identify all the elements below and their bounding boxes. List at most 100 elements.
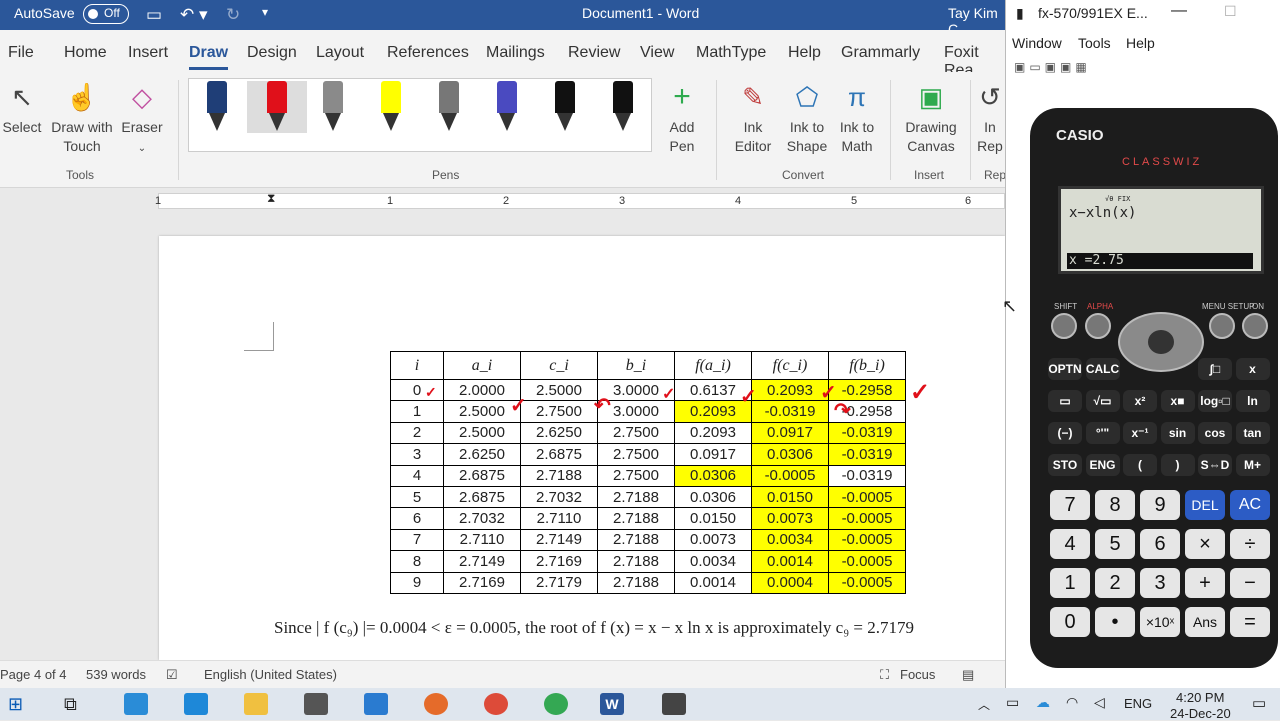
calc-key[interactable]: OPTN (1048, 358, 1082, 380)
calc-key[interactable]: x (1235, 358, 1270, 380)
menu-tools[interactable]: Tools (1078, 35, 1111, 51)
task-view-icon[interactable]: ⧉ (64, 694, 77, 715)
tab-layout[interactable]: Layout (316, 44, 364, 62)
page-count[interactable]: Page 4 of 4 (0, 667, 67, 682)
cloud-icon[interactable]: ☁ (1036, 694, 1050, 711)
tab-insert[interactable]: Insert (128, 44, 168, 62)
windows-start-icon[interactable]: ⊞ (8, 694, 23, 715)
internet-explorer-icon[interactable] (184, 693, 208, 715)
drawing-canvas-button[interactable]: ▣ Drawing Canvas (898, 80, 964, 156)
calc-key[interactable]: = (1230, 607, 1270, 637)
calc-key[interactable]: − (1230, 568, 1270, 598)
calc-key[interactable]: M+ (1235, 454, 1270, 476)
language-tray[interactable]: ENG (1124, 696, 1152, 711)
calc-key[interactable]: + (1185, 568, 1225, 598)
calc-key[interactable]: Ans (1185, 607, 1225, 637)
pen-5[interactable] (439, 81, 459, 133)
language-indicator[interactable]: English (United States) (204, 667, 337, 682)
ink-editor-button[interactable]: ✎ Ink Editor (724, 80, 782, 156)
undo-icon[interactable]: ↶ ▾ (180, 5, 208, 25)
calc-key[interactable]: S⇔D (1198, 454, 1232, 476)
pen-3[interactable] (323, 81, 343, 133)
alpha-key[interactable] (1085, 313, 1111, 339)
save-icon[interactable]: ▭ (146, 5, 162, 25)
tab-review[interactable]: Review (568, 44, 620, 62)
clock-date[interactable]: 24-Dec-20 (1170, 706, 1231, 721)
tab-design[interactable]: Design (247, 44, 297, 62)
tab-mathtype[interactable]: MathType (696, 44, 766, 62)
calc-key[interactable]: ENG (1085, 454, 1120, 476)
customize-qat-icon[interactable]: ▾ (262, 5, 268, 19)
calc-key[interactable]: DEL (1185, 490, 1225, 520)
calc-key[interactable]: 2 (1095, 568, 1135, 598)
calc-key[interactable]: 0 (1050, 607, 1090, 637)
clock-time[interactable]: 4:20 PM (1176, 690, 1224, 705)
focus-button[interactable]: Focus (900, 667, 935, 682)
pen-7[interactable] (555, 81, 575, 133)
calc-key[interactable]: ÷ (1230, 529, 1270, 559)
horizontal-ruler[interactable]: 1 1 2 3 4 5 6 ⧗ (155, 191, 1005, 209)
autosave-toggle[interactable]: Off (83, 4, 129, 24)
chrome-icon[interactable] (484, 693, 508, 715)
store-icon[interactable] (304, 693, 328, 715)
tab-view[interactable]: View (640, 44, 674, 62)
indent-marker-icon[interactable]: ⧗ (267, 191, 275, 206)
calc-key[interactable]: ▭ (1048, 390, 1082, 412)
ink-to-shape-button[interactable]: ⬠ Ink to Shape (784, 80, 830, 156)
tab-grammarly[interactable]: Grammarly (841, 44, 920, 62)
calc-key[interactable]: × (1185, 529, 1225, 559)
notification-icon[interactable]: ▭ (1252, 694, 1266, 712)
calc-key[interactable]: CALC (1085, 358, 1120, 380)
pen-6[interactable] (497, 81, 517, 133)
wifi-icon[interactable]: ◠ (1066, 694, 1078, 711)
calc-key[interactable]: sin (1160, 422, 1195, 444)
menu-help[interactable]: Help (1126, 35, 1155, 51)
calculator-toolbar-icons[interactable]: ▣▭▣▣▦ (1014, 60, 1091, 74)
calc-key[interactable]: x⁻¹ (1123, 422, 1157, 444)
tab-file[interactable]: File (8, 44, 34, 62)
calc-key[interactable]: 7 (1050, 490, 1090, 520)
eraser-button[interactable]: ◇ Eraser ⌄ (120, 80, 164, 158)
tab-mailings[interactable]: Mailings (486, 44, 545, 62)
tab-references[interactable]: References (387, 44, 469, 62)
calc-key[interactable]: 8 (1095, 490, 1135, 520)
pen-4[interactable] (381, 81, 401, 133)
maximize-button[interactable]: ☐ (1224, 3, 1237, 20)
calc-key[interactable]: log▫□ (1198, 390, 1232, 412)
battery-icon[interactable]: ▭ (1006, 694, 1019, 711)
calc-key[interactable]: 5 (1095, 529, 1135, 559)
menu-key[interactable] (1209, 313, 1235, 339)
tab-help[interactable]: Help (788, 44, 821, 62)
read-mode-icon[interactable]: ▤ (962, 667, 974, 683)
calc-key[interactable]: 6 (1140, 529, 1180, 559)
calc-key[interactable]: STO (1048, 454, 1082, 476)
navigation-pad[interactable] (1118, 312, 1204, 372)
edge-icon[interactable] (124, 693, 148, 715)
replay-button[interactable]: ↺ In Rep (976, 80, 1004, 156)
calc-key[interactable]: ( (1123, 454, 1157, 476)
calc-key[interactable]: tan (1235, 422, 1270, 444)
ink-to-math-button[interactable]: π Ink to Math (834, 80, 880, 156)
firefox-icon[interactable] (424, 693, 448, 715)
calc-key[interactable]: 1 (1050, 568, 1090, 598)
volume-icon[interactable]: ◁ (1094, 694, 1105, 711)
calculator-taskbar-icon[interactable] (662, 693, 686, 715)
focus-icon[interactable]: ⛶ (880, 667, 889, 683)
calc-key[interactable]: ×10ˣ (1140, 607, 1180, 637)
pen-1[interactable] (207, 81, 227, 133)
word-icon[interactable]: W (600, 693, 624, 715)
select-button[interactable]: ↖ Select (2, 80, 42, 137)
file-explorer-icon[interactable] (244, 693, 268, 715)
calc-key[interactable]: x■ (1160, 390, 1195, 412)
chrome-profile-icon[interactable] (544, 693, 568, 715)
redo-icon[interactable]: ↻ (226, 5, 240, 25)
calc-key[interactable]: cos (1198, 422, 1232, 444)
calc-key[interactable]: 4 (1050, 529, 1090, 559)
shift-key[interactable] (1051, 313, 1077, 339)
menu-window[interactable]: Window (1012, 35, 1062, 51)
calc-key[interactable]: x² (1123, 390, 1157, 412)
calc-key[interactable]: ) (1160, 454, 1195, 476)
on-key[interactable] (1242, 313, 1268, 339)
calc-key[interactable]: • (1095, 607, 1135, 637)
calc-key[interactable]: 3 (1140, 568, 1180, 598)
